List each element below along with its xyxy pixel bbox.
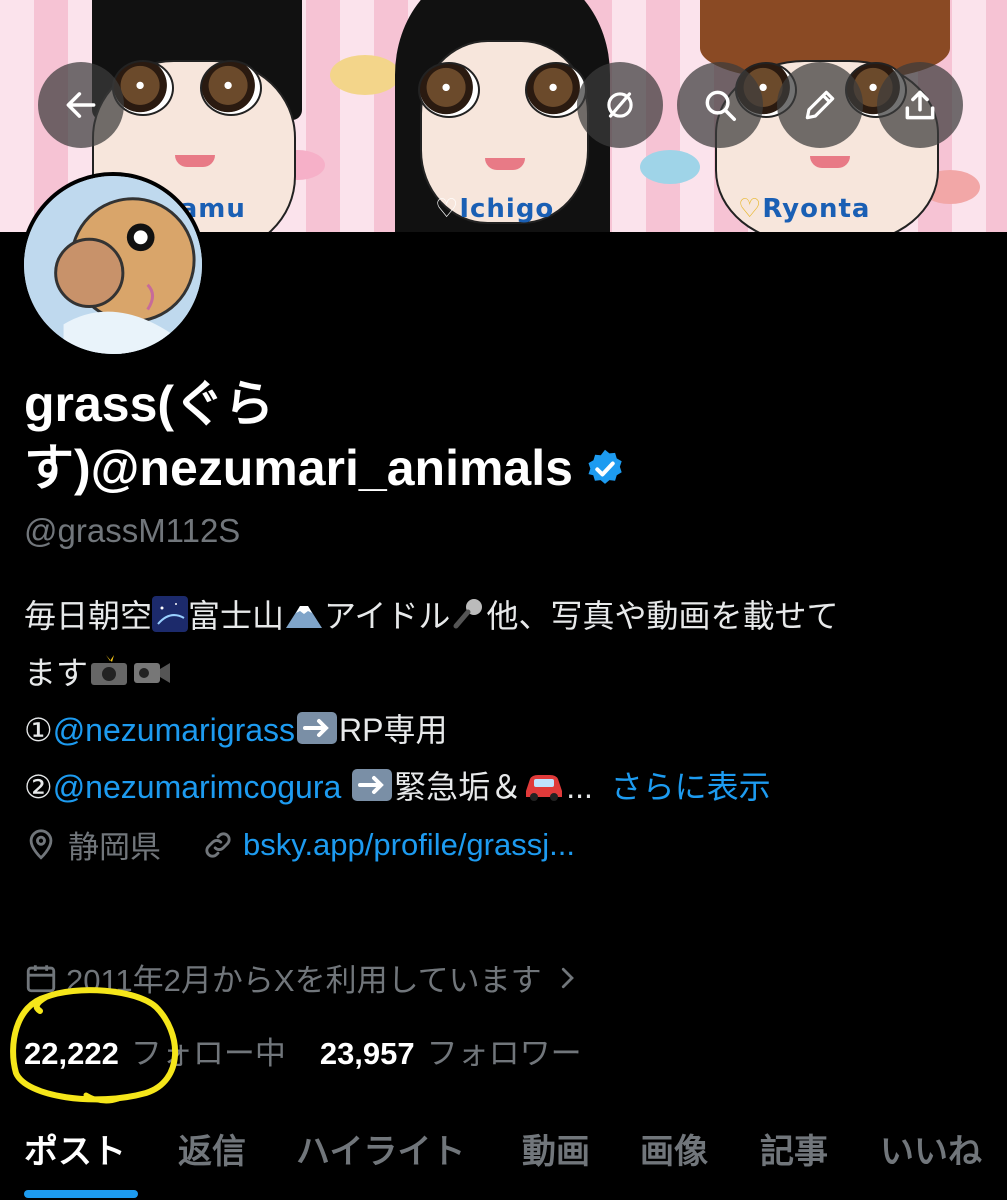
profile-bio: 毎日朝空 富士山 アイドル 他、写真や動画を載せて ます ①@nezumarigras… [24,590,984,818]
share-button[interactable] [877,62,963,148]
avatar[interactable] [20,172,206,358]
back-button[interactable] [38,62,124,148]
mention-link-nezumarigrass[interactable]: @nezumarigrass [53,712,295,748]
right-arrow-emoji-icon [295,709,339,761]
banner-name-ryonta-text: Ryonta [762,194,871,224]
mount-fuji-emoji-icon [284,595,324,647]
microphone-emoji-icon [450,595,486,647]
tab-articles[interactable]: 記事 [760,1124,828,1173]
chevron-right-icon [561,967,574,988]
show-more-link[interactable]: さらに表示 [611,769,771,805]
display-name: grass(ぐらす)@nezumari_animals [24,372,744,500]
back-arrow-icon [66,92,96,118]
bio-text: 富士山 [188,598,285,634]
search-button[interactable] [677,62,763,148]
right-arrow-emoji-icon [350,766,394,818]
night-sky-emoji-icon [152,595,189,647]
banner-name-ryonta: ♡Ryonta [738,194,870,224]
bio-text: RP専用 [339,712,448,748]
bio-text: ます [24,655,89,691]
bio-text: ② [24,769,53,805]
tab-highlights[interactable]: ハイライト [296,1124,465,1173]
bio-line-2: ます [24,647,984,704]
bio-line-4: ②@nezumarimcogura 緊急垢＆... さらに表示 [24,761,984,818]
profile-meta: 静岡県 bsky.app/profile/grassj... [24,822,575,867]
tab-videos[interactable]: 動画 [522,1124,590,1173]
bio-line-3: ①@nezumarigrass RP専用 [24,704,984,761]
mouth [810,156,850,168]
mention-link-nezumarimcogura[interactable]: @nezumarimcogura [53,769,342,805]
yellow-highlight-circle [10,987,178,1104]
mouth [175,155,215,167]
camera-flash-emoji-icon [88,652,130,704]
heart-icon: ♡ [435,194,460,224]
macaron-decoration [640,150,700,184]
video-camera-emoji-icon [130,652,172,704]
search-icon [705,90,736,121]
bio-text: ① [24,712,53,748]
followers-label: フォロワー [426,1036,582,1071]
followers-count: 23,957 [319,1036,415,1071]
avatar-image [24,176,202,354]
profile-url-link[interactable]: bsky.app/profile/grassj... [243,827,575,863]
bio-text: 他、写真や動画を載せて [486,598,839,634]
location-text: 静岡県 [68,830,161,865]
car-emoji-icon [522,766,566,818]
heart-icon: ♡ [738,194,763,224]
tab-posts[interactable]: ポスト [24,1124,126,1173]
tab-likes[interactable]: いいね [880,1124,982,1173]
share-icon [905,90,935,120]
grok-button[interactable] [577,62,663,148]
location-pin-icon [29,828,53,860]
bio-ellipsis: ... [566,769,593,805]
macaron-decoration [330,55,400,95]
edit-button[interactable] [777,62,863,148]
edit-pencil-icon [805,90,835,120]
banner-name-ichigo-text: Ichigo [459,194,555,224]
banner-name-ichigo: ♡Ichigo [435,194,554,224]
profile-tabs: ポスト 返信 ハイライト 動画 画像 記事 いいね [0,1118,1007,1200]
bio-text: 緊急垢＆ [394,769,523,805]
tab-media[interactable]: 画像 [640,1124,708,1173]
link-icon [205,831,231,858]
user-handle: @grassM112S [24,512,241,549]
eye [200,60,262,116]
bio-text: 毎日朝空 [24,598,153,634]
tab-replies[interactable]: 返信 [178,1124,246,1173]
eye [418,62,480,118]
grok-icon [607,92,633,118]
verified-badge-icon[interactable] [583,447,627,491]
mouth [485,158,525,170]
bio-text: アイドル [324,598,451,634]
followers-link[interactable]: 23,957 フォロワー [320,1028,582,1073]
active-tab-indicator [24,1190,138,1198]
display-name-text: grass(ぐらす)@nezumari_animals [24,376,573,496]
bio-line-1: 毎日朝空 富士山 アイドル 他、写真や動画を載せて [24,590,984,647]
